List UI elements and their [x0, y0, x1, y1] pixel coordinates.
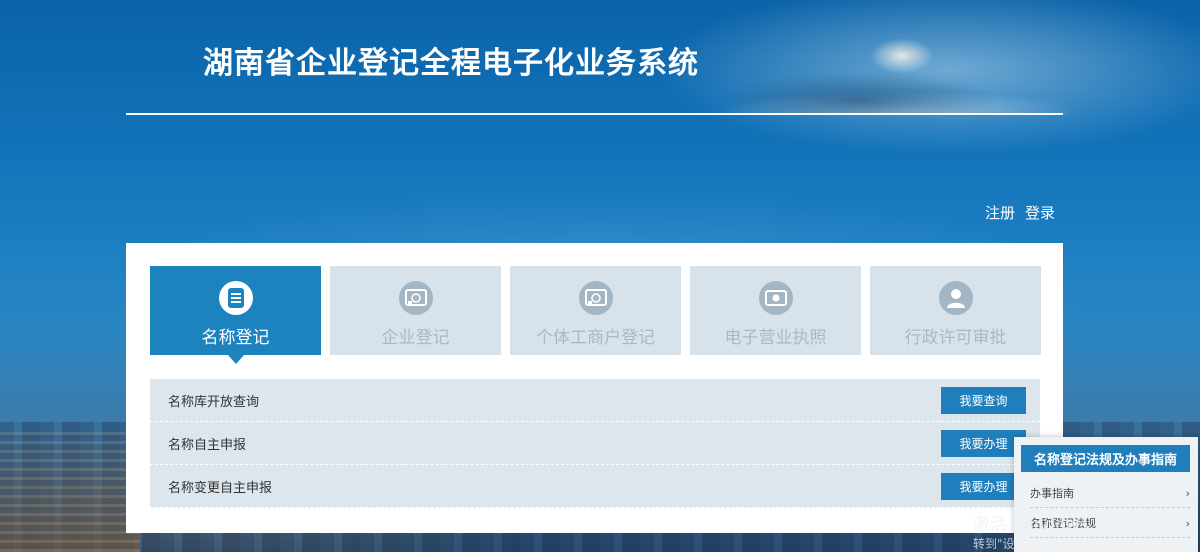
login-link[interactable]: 登录	[1025, 202, 1055, 223]
page-title: 湖南省企业登记全程电子化业务系统	[203, 46, 699, 81]
title-divider	[126, 113, 1063, 115]
activation-watermark-subtitle: 转到"设置"以激活 Windows。	[973, 537, 1138, 551]
service-label: 名称自主申报	[168, 437, 247, 453]
tab-label: 电子营业执照	[724, 328, 827, 348]
tab-label: 个体工商户登记	[536, 328, 655, 348]
guide-item-label: 办事指南	[1030, 487, 1074, 500]
tab-administrative-approval[interactable]: 行政许可审批	[870, 266, 1041, 355]
individual-business-icon	[578, 281, 613, 315]
service-label: 名称变更自主申报	[168, 480, 273, 496]
tab-electronic-license[interactable]: 电子营业执照	[690, 266, 861, 355]
guide-item-handbook[interactable]: 办事指南 ›	[1030, 479, 1190, 508]
background-hills	[640, 20, 1070, 115]
main-panel: 名称登记 企业登记 个体工商户登记 电子营业执照 行政许可审批 名称库开放查询 …	[126, 243, 1063, 533]
background-statue	[862, 30, 942, 76]
auth-links: 注册 登录	[985, 202, 1055, 223]
tab-name-registration[interactable]: 名称登记	[150, 266, 321, 364]
tab-label: 行政许可审批	[904, 328, 1007, 348]
activation-watermark-title: 激活 Windows	[973, 515, 1089, 535]
guide-title-button[interactable]: 名称登记法规及办事指南	[1021, 445, 1190, 472]
service-label: 名称库开放查询	[168, 394, 260, 410]
tab-label: 名称登记	[201, 328, 270, 348]
tab-enterprise-registration[interactable]: 企业登记	[330, 266, 501, 355]
money-license-icon	[758, 281, 793, 315]
company-register-icon	[398, 281, 433, 315]
document-list-icon	[218, 281, 253, 315]
service-row: 名称变更自主申报 我要办理	[150, 465, 1040, 508]
service-row: 名称自主申报 我要办理	[150, 422, 1040, 465]
person-approval-icon	[938, 281, 973, 315]
chevron-right-icon: ›	[1185, 516, 1190, 530]
register-link[interactable]: 注册	[985, 202, 1015, 223]
service-list: 名称库开放查询 我要查询 名称自主申报 我要办理 名称变更自主申报 我要办理	[150, 379, 1040, 508]
background-city-lights	[0, 432, 140, 552]
category-tabs: 名称登记 企业登记 个体工商户登记 电子营业执照 行政许可审批	[150, 266, 1041, 364]
active-tab-caret	[228, 355, 244, 364]
service-row: 名称库开放查询 我要查询	[150, 379, 1040, 422]
chevron-right-icon: ›	[1185, 486, 1190, 500]
query-button[interactable]: 我要查询	[941, 386, 1026, 414]
tab-individual-business[interactable]: 个体工商户登记	[510, 266, 681, 355]
tab-label: 企业登记	[381, 328, 450, 348]
